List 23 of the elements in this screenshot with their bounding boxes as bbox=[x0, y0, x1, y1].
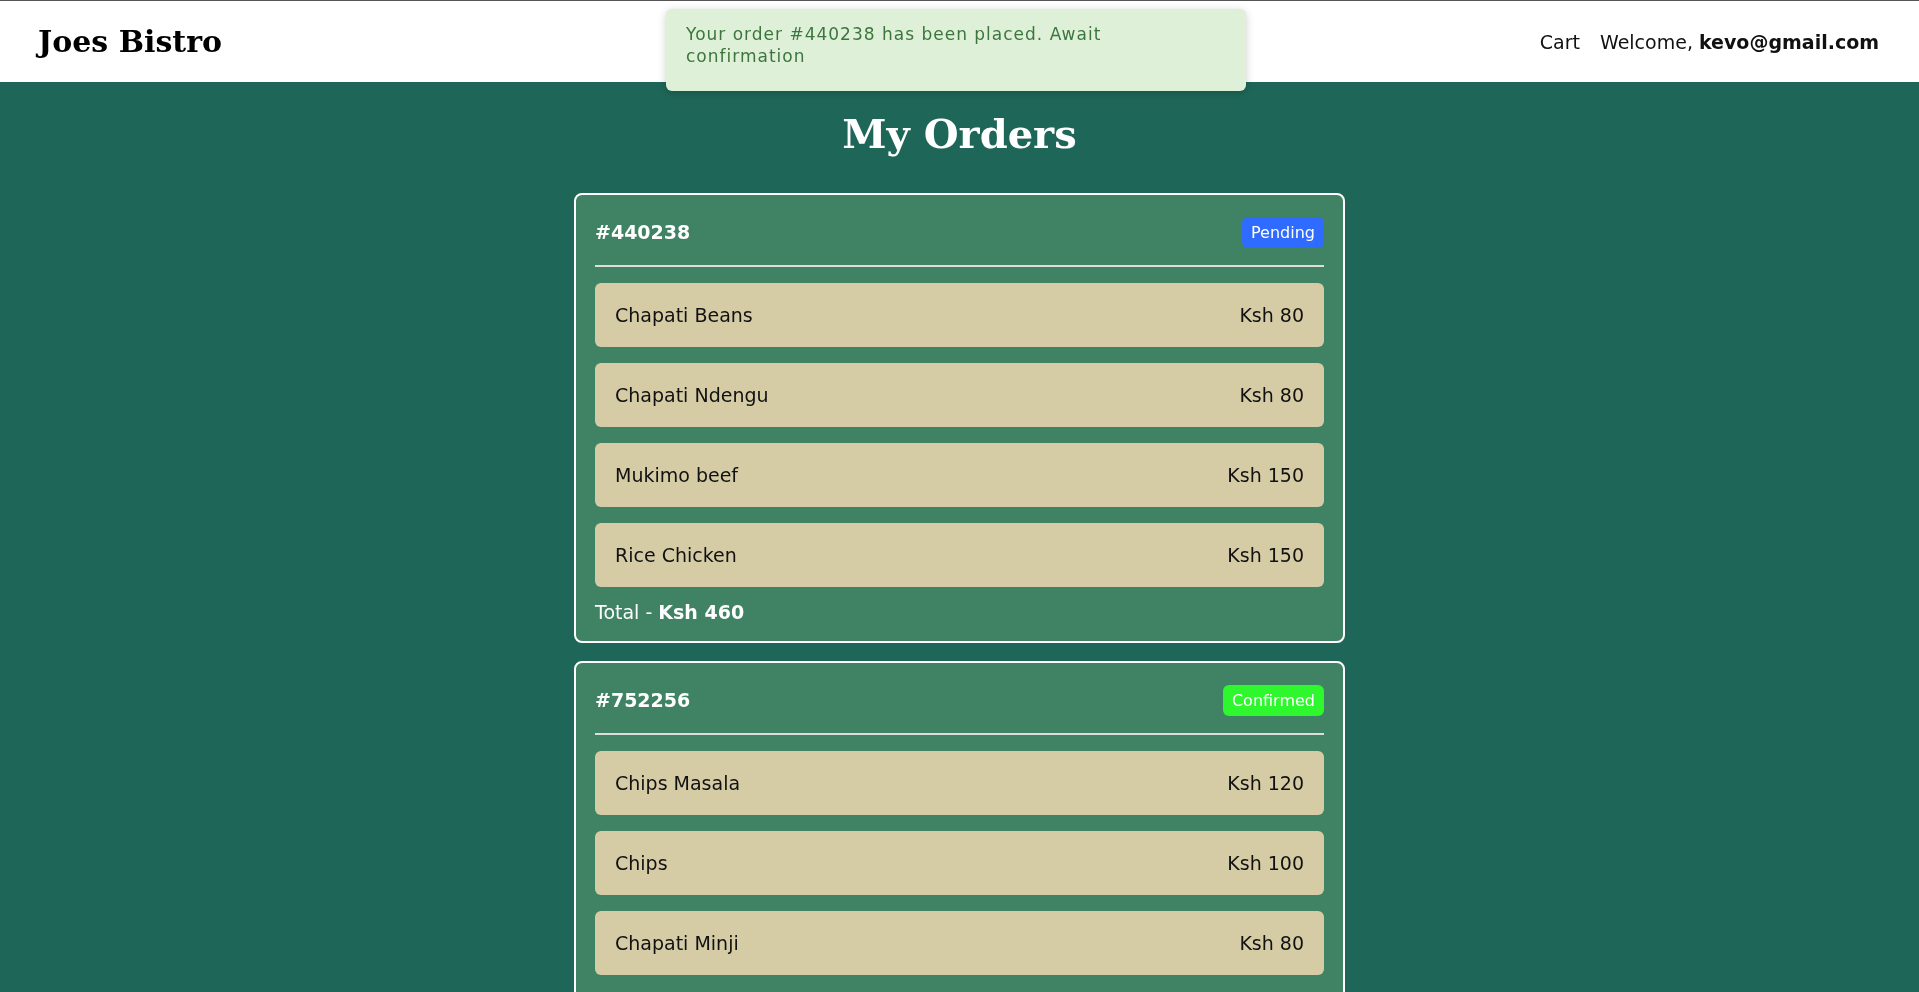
item-price: Ksh 80 bbox=[1239, 384, 1304, 406]
status-badge: Pending bbox=[1242, 216, 1324, 248]
page-title: My Orders bbox=[842, 110, 1077, 157]
item-name: Chips Masala bbox=[615, 772, 741, 794]
item-name: Chapati Beans bbox=[615, 304, 753, 326]
item-price: Ksh 100 bbox=[1227, 852, 1304, 874]
order-id: #752256 bbox=[595, 689, 691, 711]
item-name: Mukimo beef bbox=[615, 464, 739, 486]
item-price: Ksh 120 bbox=[1227, 772, 1304, 794]
item-price: Ksh 150 bbox=[1227, 544, 1304, 566]
item-name: Rice Chicken bbox=[615, 544, 737, 566]
cart-link[interactable]: Cart bbox=[1539, 30, 1580, 53]
item-price: Ksh 150 bbox=[1227, 464, 1304, 486]
item-price: Ksh 80 bbox=[1239, 932, 1304, 954]
order-total: Total - Ksh 460 bbox=[595, 601, 746, 623]
order-id: #440238 bbox=[595, 221, 691, 243]
toast-message: Your order #440238 has been placed. Await confirmation bbox=[666, 9, 1246, 91]
item-price: Ksh 80 bbox=[1239, 304, 1304, 326]
welcome-text: Welcome, kevo@gmail.com bbox=[1599, 30, 1879, 53]
item-name: Chips bbox=[615, 852, 668, 874]
item-name: Chapati Minji bbox=[615, 932, 739, 954]
status-badge: Confirmed bbox=[1222, 684, 1324, 716]
item-name: Chapati Ndengu bbox=[615, 384, 769, 406]
